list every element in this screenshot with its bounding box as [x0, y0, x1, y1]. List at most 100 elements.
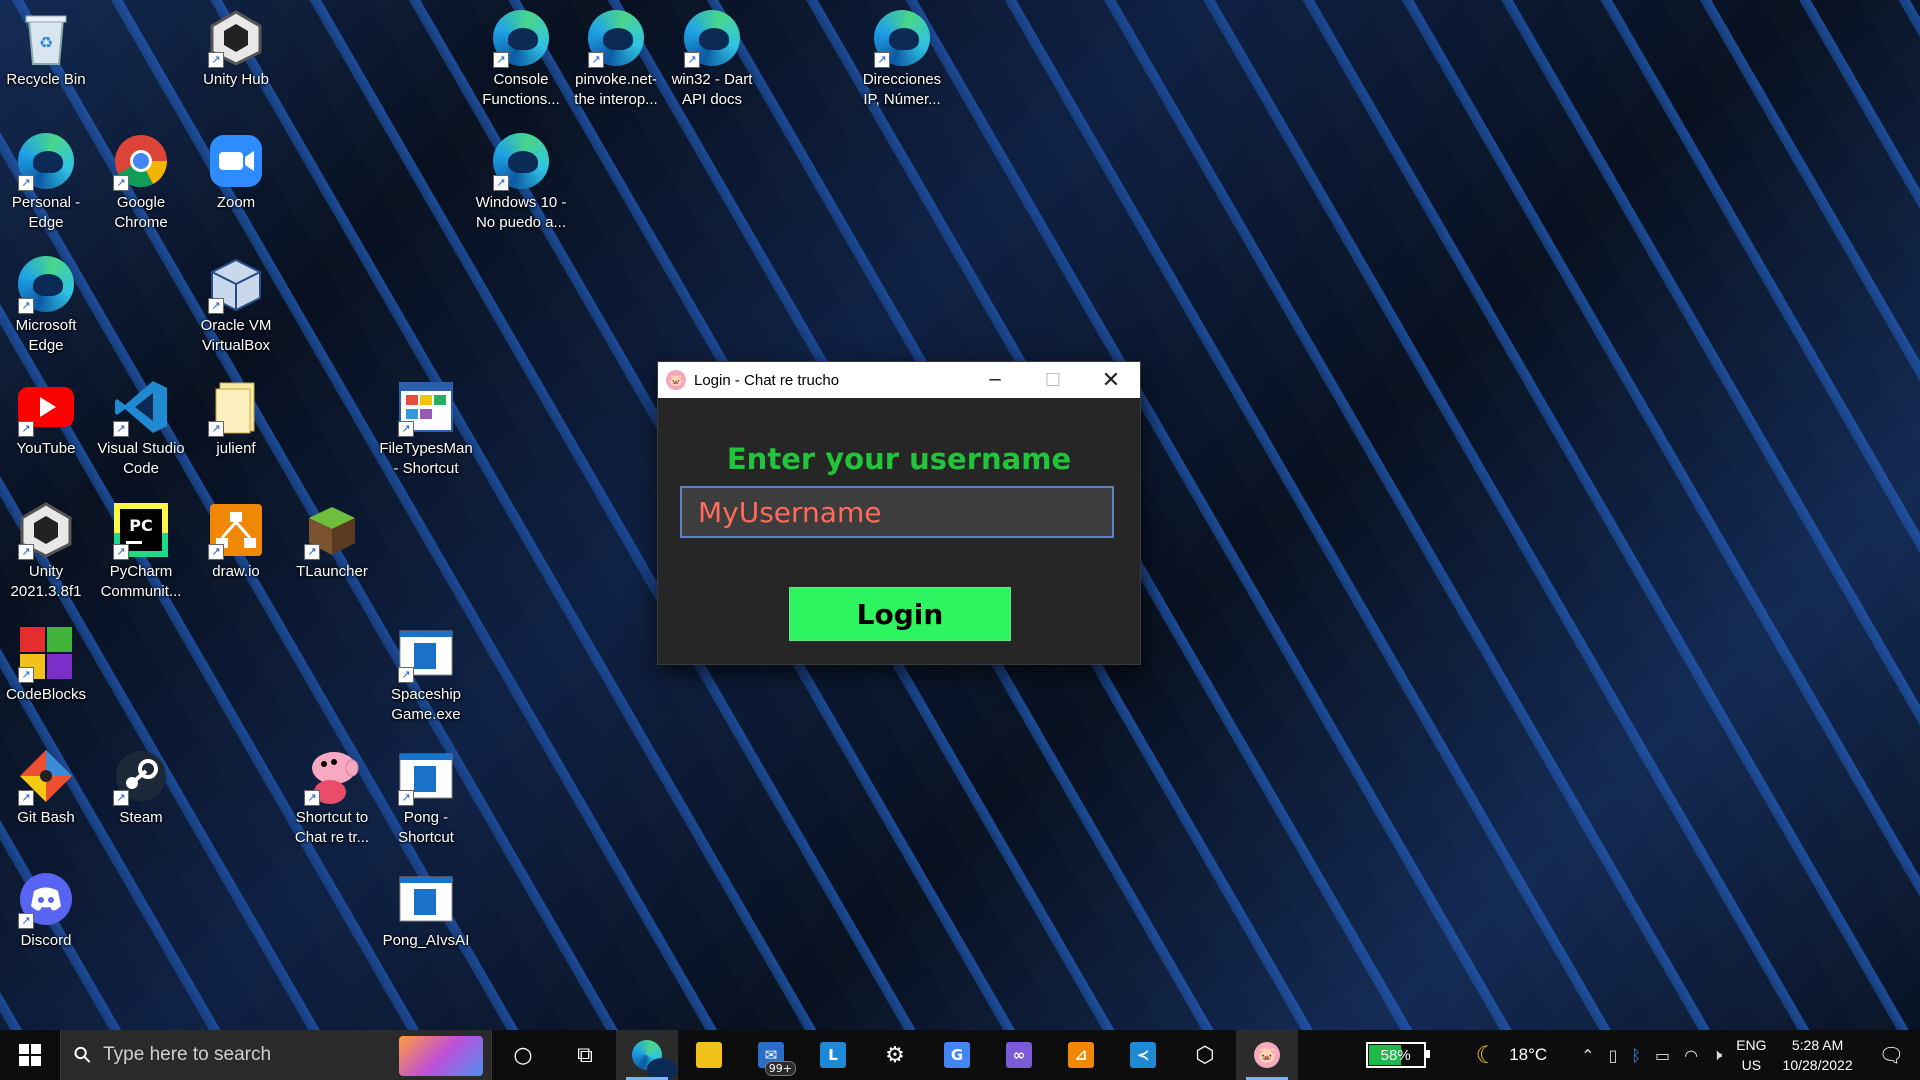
desktop-icon-label: win32 - Dart API docs: [671, 71, 753, 108]
taskbar-drawio[interactable]: ⊿: [1050, 1030, 1112, 1080]
desktop-icon-label: Steam: [119, 809, 163, 826]
username-input[interactable]: [680, 486, 1114, 538]
shortcut-arrow-icon: ↗: [113, 544, 129, 560]
desktop-icon-julienf[interactable]: ↗ julienf: [188, 373, 284, 459]
shortcut-arrow-icon: ↗: [208, 544, 224, 560]
battery-icon[interactable]: ▭: [1655, 1046, 1670, 1065]
login-window: 🐷 Login - Chat re trucho ─ ☐ ✕ Enter you…: [657, 361, 1141, 665]
language-code: ENG: [1736, 1037, 1767, 1053]
desktop-icon-label: Direcciones IP, Númer...: [862, 71, 942, 108]
peppa-icon: ↗: [302, 746, 362, 806]
desktop-icon-zoom[interactable]: Zoom: [188, 127, 284, 213]
desktop-icon-oracle-virtualbox[interactable]: ↗ Oracle VM VirtualBox: [188, 250, 284, 356]
desktop: ♻ Recycle Bin ↗ Personal - Edge ↗ Micros…: [0, 0, 1920, 1030]
weather-moon-icon[interactable]: ☾: [1476, 1041, 1498, 1069]
desktop-icon-pong-aivsai[interactable]: Pong_AIvsAI: [378, 865, 474, 951]
battery-indicator[interactable]: 58%: [1365, 1042, 1430, 1068]
desktop-icon-codeblocks[interactable]: ↗ CodeBlocks: [0, 619, 94, 705]
chevron-up-icon[interactable]: ⌃: [1581, 1046, 1594, 1065]
desktop-icon-microsoft-edge[interactable]: ↗ Microsoft Edge: [0, 250, 94, 356]
search-highlight-image: [399, 1036, 483, 1076]
desktop-icon-label: Git Bash: [17, 809, 75, 826]
desktop-icon-windows-10[interactable]: ↗ Windows 10 - No puedo a...: [473, 127, 569, 233]
desktop-icon-unity-hub[interactable]: ↗ Unity Hub: [188, 4, 284, 90]
zoom-icon: [206, 131, 266, 191]
taskbar-mail[interactable]: ✉ 99+: [740, 1030, 802, 1080]
login-button[interactable]: Login: [789, 587, 1011, 641]
weather-temperature[interactable]: 18°C: [1509, 1045, 1547, 1065]
shortcut-arrow-icon: ↗: [18, 544, 34, 560]
desktop-icon-steam[interactable]: ↗ Steam: [93, 742, 189, 828]
search-icon: ⚲: [68, 1040, 98, 1070]
task-view-button[interactable]: ⧉: [554, 1030, 616, 1080]
taskbar-translate[interactable]: G: [926, 1030, 988, 1080]
desktop-icon-spaceship-game[interactable]: ↗ Spaceship Game.exe: [378, 619, 474, 725]
desktop-icon-label: PyCharm Communit...: [100, 563, 182, 600]
shortcut-arrow-icon: ↗: [588, 52, 604, 68]
desktop-icon-console-functions[interactable]: ↗ Console Functions...: [473, 4, 569, 110]
bluetooth-icon[interactable]: ᛒ: [1631, 1046, 1641, 1065]
edge-icon: ↗: [491, 8, 551, 68]
desktop-icon-git-bash[interactable]: ↗ Git Bash: [0, 742, 94, 828]
desktop-icon-unity[interactable]: ↗ Unity 2021.3.8f1: [0, 496, 94, 602]
username-heading: Enter your username: [726, 442, 1072, 476]
taskbar-chat-re-trucho[interactable]: 🐷: [1236, 1030, 1298, 1080]
taskbar-visual-studio[interactable]: ∞: [988, 1030, 1050, 1080]
system-tray: 58% ☾ 18°C ⌃ ▯ ᛒ ▭ ◠ 🕨 ENG US 5:28 AM 10…: [1365, 1030, 1920, 1080]
device-icon[interactable]: ▯: [1609, 1046, 1618, 1065]
desktop-icon-chat-re-trucho[interactable]: ↗ Shortcut to Chat re tr...: [284, 742, 380, 848]
window-titlebar[interactable]: 🐷 Login - Chat re trucho ─ ☐ ✕: [658, 362, 1140, 398]
language-indicator[interactable]: ENG US: [1736, 1035, 1766, 1075]
desktop-icon-label: Pong - Shortcut: [398, 809, 454, 846]
desktop-icon-filetypesman[interactable]: ↗ FileTypesMan - Shortcut: [378, 373, 474, 479]
desktop-icon-pinvoke[interactable]: ↗ pinvoke.net- the interop...: [568, 4, 664, 110]
desktop-icon-label: Pong_AIvsAI: [382, 932, 470, 949]
desktop-icon-direcciones-ip[interactable]: ↗ Direcciones IP, Númer...: [854, 4, 950, 110]
clock-date: 10/28/2022: [1782, 1057, 1853, 1073]
desktop-icon-google-chrome[interactable]: ↗ Google Chrome: [93, 127, 189, 233]
taskbar-settings[interactable]: ⚙: [864, 1030, 926, 1080]
desktop-icon-discord[interactable]: ↗ Discord: [0, 865, 94, 951]
taskbar-launcher-l[interactable]: L: [802, 1030, 864, 1080]
desktop-icon-personal-edge[interactable]: ↗ Personal - Edge: [0, 127, 94, 233]
desktop-icon-pong-shortcut[interactable]: ↗ Pong - Shortcut: [378, 742, 474, 848]
mail-badge: 99+: [764, 1061, 796, 1076]
shortcut-arrow-icon: ↗: [18, 175, 34, 191]
folder-icon: ↗: [206, 377, 266, 437]
desktop-icon-tlauncher[interactable]: ↗ TLauncher: [284, 496, 380, 582]
wifi-icon[interactable]: ◠: [1684, 1046, 1698, 1065]
shortcut-arrow-icon: ↗: [18, 298, 34, 314]
taskbar-file-explorer[interactable]: [678, 1030, 740, 1080]
windows-logo-icon: [19, 1044, 41, 1066]
desktop-icon-win32-dart[interactable]: ↗ win32 - Dart API docs: [664, 4, 760, 110]
peppa-icon: 🐷: [1254, 1042, 1280, 1068]
cortana-button[interactable]: ○: [492, 1030, 554, 1080]
notification-center-icon[interactable]: 🗨: [1879, 1043, 1904, 1067]
clock[interactable]: 5:28 AM 10/28/2022: [1783, 1035, 1853, 1075]
taskbar-search-box[interactable]: ⚲ Type here to search: [60, 1030, 492, 1080]
desktop-icon-youtube[interactable]: ↗ YouTube: [0, 373, 94, 459]
taskbar-unity[interactable]: ⬡: [1174, 1030, 1236, 1080]
close-button[interactable]: ✕: [1082, 362, 1140, 398]
taskbar-vscode[interactable]: ≺: [1112, 1030, 1174, 1080]
shortcut-arrow-icon: ↗: [398, 667, 414, 683]
shortcut-arrow-icon: ↗: [398, 421, 414, 437]
vscode-icon: ≺: [1130, 1042, 1156, 1068]
volume-muted-icon[interactable]: 🕨: [1712, 1045, 1722, 1065]
minimize-button[interactable]: ─: [966, 362, 1024, 398]
desktop-icon-pycharm[interactable]: PC ↗ PyCharm Communit...: [93, 496, 189, 602]
desktop-icon-recycle-bin[interactable]: ♻ Recycle Bin: [0, 4, 94, 90]
desktop-icon-vscode[interactable]: ↗ Visual Studio Code: [93, 373, 189, 479]
maximize-button[interactable]: ☐: [1024, 362, 1082, 398]
shortcut-arrow-icon: ↗: [874, 52, 890, 68]
desktop-icon-drawio[interactable]: ↗ draw.io: [188, 496, 284, 582]
taskbar-edge[interactable]: [616, 1030, 678, 1080]
start-button[interactable]: [0, 1030, 60, 1080]
shortcut-arrow-icon: ↗: [113, 175, 129, 191]
app-window-icon: ↗: [396, 746, 456, 806]
svg-text:PC: PC: [129, 516, 152, 535]
codeblocks-icon: ↗: [16, 623, 76, 683]
shortcut-arrow-icon: ↗: [18, 667, 34, 683]
chrome-icon: ↗: [111, 131, 171, 191]
desktop-icon-label: Visual Studio Code: [97, 440, 185, 477]
